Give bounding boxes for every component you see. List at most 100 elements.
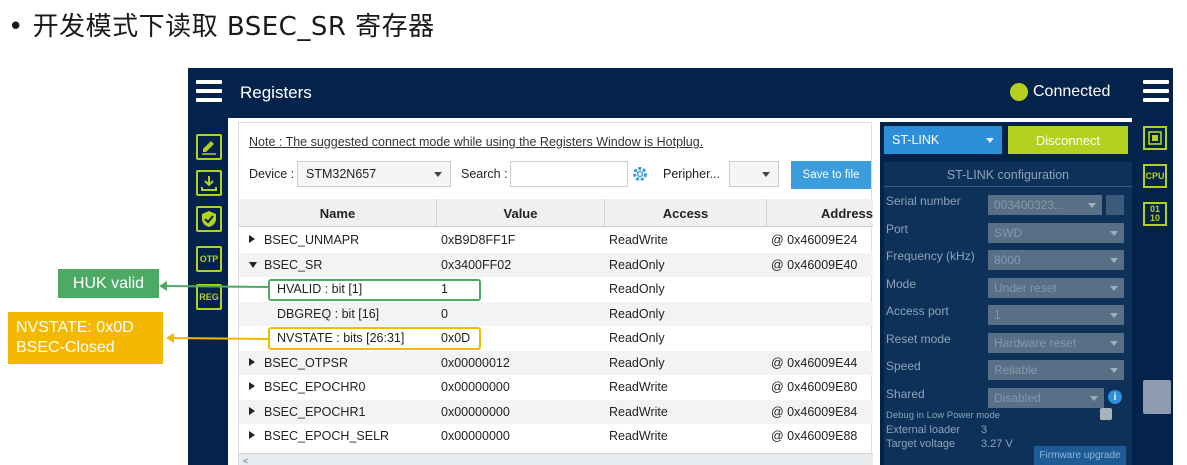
config-field-label: Frequency (kHz)	[886, 249, 975, 263]
hamburger-menu-icon[interactable]	[196, 80, 222, 104]
cell-name: BSEC_UNMAPR	[264, 233, 360, 248]
expanded-arrow-icon[interactable]	[249, 261, 257, 268]
config-field-value: 8000	[994, 253, 1021, 267]
config-field-select[interactable]: Reliable	[988, 360, 1124, 380]
target-voltage-value: 3.27 V	[981, 438, 1013, 450]
config-field-label: Reset mode	[886, 331, 951, 346]
cell-address	[771, 326, 873, 351]
binary-icon[interactable]: 01 10	[1143, 202, 1167, 226]
disconnect-button[interactable]: Disconnect	[1008, 126, 1128, 154]
collapsed-arrow-icon[interactable]	[249, 357, 255, 366]
table-row[interactable]: BSEC_EPOCH_SELR 0x00000000 ReadWrite @ 0x46…	[239, 424, 873, 449]
config-field-value: Disabled	[994, 390, 1041, 405]
column-header-value[interactable]: Value	[437, 199, 605, 227]
collapsed-arrow-icon[interactable]	[249, 406, 255, 415]
security-shield-icon[interactable]	[196, 206, 222, 232]
cell-name: BSEC_EPOCH_SELR	[264, 429, 390, 444]
target-voltage-label: Target voltage	[886, 438, 956, 450]
column-header-name[interactable]: Name	[239, 199, 437, 227]
table-row[interactable]: BSEC_EPOCHR1 0x00000000 ReadWrite @ 0x46009…	[239, 399, 873, 425]
cell-access: ReadWrite	[609, 233, 668, 248]
cell-value[interactable]: 0	[441, 302, 601, 327]
cell-name: DBGREQ : bit [16]	[277, 306, 380, 321]
cell-address: @ 0x46009E84	[771, 404, 858, 419]
chevron-down-icon	[1110, 230, 1118, 236]
connected-status-icon	[1010, 83, 1028, 101]
config-field-label: Mode	[886, 276, 917, 291]
config-field-label: Serial number	[886, 194, 961, 208]
collapsed-arrow-icon[interactable]	[249, 431, 255, 439]
cell-value[interactable]: 0x3400FF02	[441, 253, 601, 278]
device-info-icon[interactable]	[1143, 126, 1167, 150]
refresh-icon[interactable]	[1106, 195, 1124, 215]
debug-low-power-checkbox[interactable]	[1100, 408, 1112, 420]
device-label: Device :	[249, 167, 295, 181]
connection-status: Connected	[1033, 83, 1111, 100]
cell-value[interactable]: 0x00000000	[441, 424, 601, 449]
chevron-down-icon	[1090, 395, 1098, 401]
collapsed-arrow-icon[interactable]	[249, 235, 255, 243]
cell-address	[771, 277, 873, 302]
bullet: •	[8, 12, 24, 42]
cell-value[interactable]: 0x00000000	[441, 375, 601, 400]
settings-gear-icon[interactable]	[631, 165, 649, 183]
config-field-select[interactable]: Hardware reset	[988, 332, 1124, 353]
cell-address: @ 0x46009E88	[771, 429, 858, 444]
device-select[interactable]: STM32N657	[297, 161, 451, 187]
right-menu-icon[interactable]	[1143, 80, 1169, 104]
device-value: STM32N657	[306, 167, 377, 181]
table-row[interactable]: BSEC_OTPSR 0x00000012 ReadOnly @ 0x46009E44	[239, 350, 873, 376]
debug-low-power-label: Debug in Low Power mode	[886, 410, 1001, 421]
nvstate-highlight	[268, 327, 481, 350]
chevron-down-icon	[1088, 203, 1096, 208]
table-row[interactable]: BSEC_UNMAPR 0xB9D8FF1F ReadWrite @ 0x46009E…	[239, 228, 873, 253]
cell-name: BSEC_OTPSR	[264, 355, 349, 370]
nvstate-annotation-line2: BSEC-Closed	[16, 339, 115, 356]
chevron-down-icon	[1110, 340, 1118, 346]
otp-tool-icon[interactable]: OTP	[196, 246, 222, 272]
cell-value[interactable]: 0x00000012	[441, 351, 601, 376]
probe-select[interactable]: ST-LINK	[884, 126, 1002, 154]
table-row[interactable]: BSEC_EPOCHR0 0x00000000 ReadWrite @ 0x46009…	[239, 375, 873, 400]
config-field-select[interactable]: 1	[988, 305, 1124, 325]
column-header-address[interactable]: Address	[767, 199, 873, 227]
table-row[interactable]: BSEC_SR 0x3400FF02 ReadOnly @ 0x46009E40	[239, 252, 873, 278]
config-field-select[interactable]: Under reset	[988, 277, 1124, 298]
config-field-select[interactable]: 8000	[988, 250, 1124, 270]
cell-access: ReadWrite	[609, 380, 668, 395]
column-header-access[interactable]: Access	[605, 199, 767, 227]
scroll-left-icon[interactable]: <	[243, 456, 248, 465]
config-field-select[interactable]: 003400323...	[988, 195, 1102, 215]
peripheral-select[interactable]	[729, 161, 779, 187]
config-field-select[interactable]: SWD	[988, 222, 1124, 243]
cell-access: ReadOnly	[609, 257, 665, 272]
config-field-select[interactable]: Disabled	[988, 387, 1104, 408]
config-field-value: 1	[994, 308, 1001, 322]
chevron-down-icon	[1110, 313, 1118, 318]
cell-value[interactable]: 0x00000000	[441, 400, 601, 425]
faded-slide-element	[1143, 380, 1171, 414]
search-input[interactable]	[510, 161, 628, 187]
cell-name: BSEC_EPOCHR0	[264, 380, 366, 395]
config-field-label: Speed	[886, 359, 921, 373]
firmware-upgrade-button[interactable]: Firmware upgrade	[1034, 446, 1126, 465]
cell-address: @ 0x46009E24	[771, 233, 858, 248]
connect-mode-note: Note : The suggested connect mode while …	[249, 135, 704, 149]
chevron-down-icon	[1110, 368, 1118, 373]
search-label: Search :	[461, 167, 508, 181]
download-icon[interactable]	[196, 170, 222, 196]
stlink-configuration: ST-LINK configuration Serial number 00340…	[884, 162, 1132, 465]
config-field-value: Under reset	[994, 280, 1057, 295]
edit-memory-icon[interactable]	[196, 134, 222, 160]
save-to-file-button[interactable]: Save to file	[791, 161, 871, 189]
horizontal-scrollbar[interactable]: <	[239, 453, 873, 465]
collapsed-arrow-icon[interactable]	[249, 382, 255, 390]
huk-valid-annotation: HUK valid	[58, 269, 159, 298]
cell-value[interactable]: 0xB9D8FF1F	[441, 228, 601, 253]
table-row[interactable]: DBGREQ : bit [16] 0 ReadOnly	[239, 301, 873, 327]
info-icon[interactable]: i	[1108, 390, 1122, 404]
cpu-icon[interactable]: CPU	[1143, 164, 1167, 188]
cell-access: ReadOnly	[609, 282, 665, 297]
cell-access: ReadWrite	[609, 429, 668, 444]
config-field-label: Shared	[886, 386, 925, 401]
